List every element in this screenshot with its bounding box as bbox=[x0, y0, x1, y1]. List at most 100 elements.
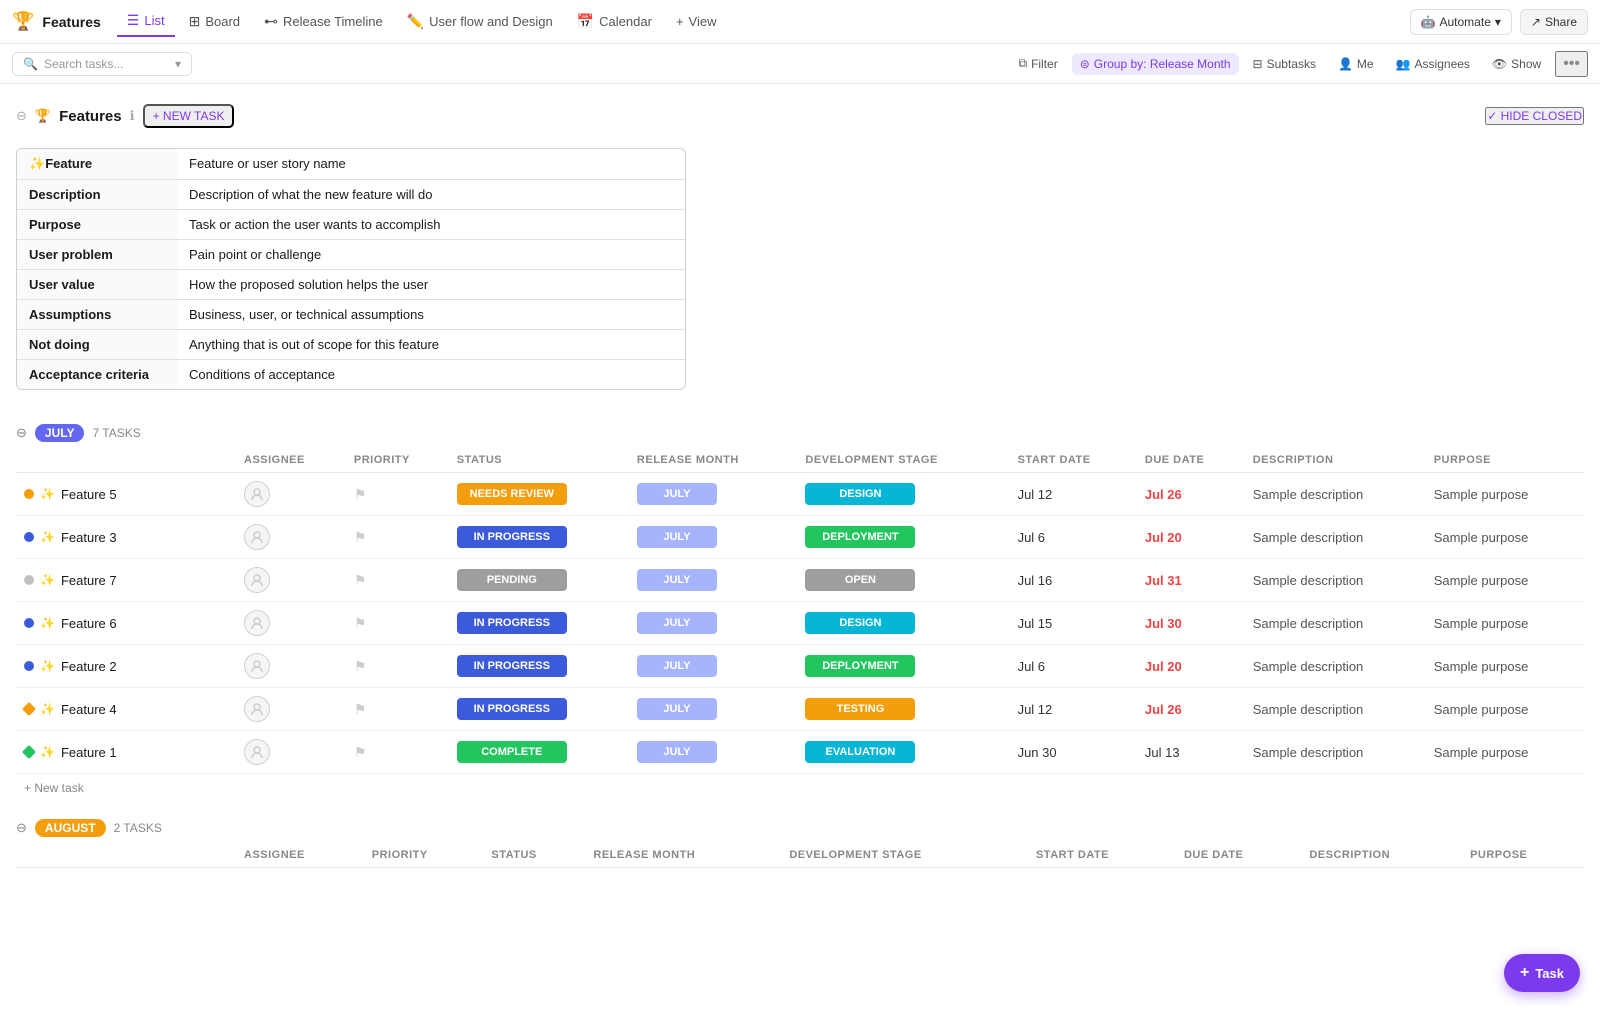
flag-icon[interactable]: ⚑ bbox=[354, 529, 367, 545]
task-release-cell[interactable]: JULY bbox=[629, 645, 798, 688]
task-dev-cell[interactable]: DESIGN bbox=[797, 602, 1009, 645]
me-button[interactable]: 👤 Me bbox=[1330, 53, 1382, 75]
assignee-avatar[interactable] bbox=[244, 739, 270, 765]
task-name[interactable]: Feature 1 bbox=[61, 745, 117, 760]
flag-icon[interactable]: ⚑ bbox=[354, 615, 367, 631]
task-release-cell[interactable]: JULY bbox=[629, 731, 798, 774]
show-button[interactable]: 👁 Show bbox=[1484, 53, 1549, 75]
dev-badge[interactable]: TESTING bbox=[805, 698, 915, 720]
release-badge[interactable]: JULY bbox=[637, 741, 717, 763]
release-badge[interactable]: JULY bbox=[637, 483, 717, 505]
tab-list[interactable]: ☰ List bbox=[117, 6, 175, 37]
release-badge[interactable]: JULY bbox=[637, 612, 717, 634]
july-badge[interactable]: JULY bbox=[35, 424, 85, 442]
assignee-avatar[interactable] bbox=[244, 524, 270, 550]
status-badge[interactable]: NEEDS REVIEW bbox=[457, 483, 567, 505]
tab-release-timeline[interactable]: ⊷ Release Timeline bbox=[254, 7, 393, 36]
task-name[interactable]: Feature 5 bbox=[61, 487, 117, 502]
flag-icon[interactable]: ⚑ bbox=[354, 486, 367, 502]
task-release-cell[interactable]: JULY bbox=[629, 602, 798, 645]
assignee-avatar[interactable] bbox=[244, 653, 270, 679]
task-dev-cell[interactable]: TESTING bbox=[797, 688, 1009, 731]
toolbar: 🔍 Search tasks... ▾ ⧉ Filter ⊜ Group by:… bbox=[0, 44, 1600, 84]
release-badge[interactable]: JULY bbox=[637, 569, 717, 591]
august-badge[interactable]: AUGUST bbox=[35, 819, 106, 837]
status-badge[interactable]: IN PROGRESS bbox=[457, 526, 567, 548]
status-badge[interactable]: PENDING bbox=[457, 569, 567, 591]
task-dev-cell[interactable]: OPEN bbox=[797, 559, 1009, 602]
task-status-cell[interactable]: IN PROGRESS bbox=[449, 645, 629, 688]
toolbar-right: ⧉ Filter ⊜ Group by: Release Month ⊟ Sub… bbox=[1010, 51, 1588, 77]
task-status-cell[interactable]: IN PROGRESS bbox=[449, 602, 629, 645]
task-dev-cell[interactable]: DEPLOYMENT bbox=[797, 516, 1009, 559]
task-status-cell[interactable]: IN PROGRESS bbox=[449, 688, 629, 731]
status-badge[interactable]: IN PROGRESS bbox=[457, 612, 567, 634]
fab-task-button[interactable]: + Task bbox=[1504, 954, 1580, 992]
assignees-button[interactable]: 👥 Assignees bbox=[1388, 53, 1478, 75]
dev-badge[interactable]: DEPLOYMENT bbox=[805, 526, 915, 548]
dev-badge[interactable]: DESIGN bbox=[805, 483, 915, 505]
task-status-cell[interactable]: NEEDS REVIEW bbox=[449, 473, 629, 516]
task-name[interactable]: Feature 4 bbox=[61, 702, 117, 717]
task-status-cell[interactable]: PENDING bbox=[449, 559, 629, 602]
july-new-task-link[interactable]: + New task bbox=[24, 781, 84, 795]
info-icon[interactable]: ℹ bbox=[130, 108, 135, 124]
release-badge[interactable]: JULY bbox=[637, 698, 717, 720]
assignee-avatar[interactable] bbox=[244, 481, 270, 507]
release-badge[interactable]: JULY bbox=[637, 526, 717, 548]
task-release-cell[interactable]: JULY bbox=[629, 559, 798, 602]
task-priority-cell[interactable]: ⚑ bbox=[346, 688, 449, 731]
filter-button[interactable]: ⧉ Filter bbox=[1010, 52, 1065, 75]
tab-calendar[interactable]: 📅 Calendar bbox=[567, 7, 662, 36]
assignee-avatar[interactable] bbox=[244, 567, 270, 593]
flag-icon[interactable]: ⚑ bbox=[354, 658, 367, 674]
tab-view[interactable]: + View bbox=[666, 8, 727, 35]
task-priority-cell[interactable]: ⚑ bbox=[346, 516, 449, 559]
release-badge[interactable]: JULY bbox=[637, 655, 717, 677]
task-priority-cell[interactable]: ⚑ bbox=[346, 645, 449, 688]
task-release-cell[interactable]: JULY bbox=[629, 473, 798, 516]
status-badge[interactable]: COMPLETE bbox=[457, 741, 567, 763]
tab-view-icon: + bbox=[676, 14, 684, 29]
new-task-button[interactable]: + NEW TASK bbox=[143, 104, 235, 128]
collapse-icon[interactable]: ⊖ bbox=[16, 108, 27, 124]
dev-badge[interactable]: EVALUATION bbox=[805, 741, 915, 763]
task-priority-cell[interactable]: ⚑ bbox=[346, 559, 449, 602]
august-collapse-icon[interactable]: ⊖ bbox=[16, 820, 27, 836]
task-name[interactable]: Feature 7 bbox=[61, 573, 117, 588]
status-badge[interactable]: IN PROGRESS bbox=[457, 655, 567, 677]
task-dev-cell[interactable]: DESIGN bbox=[797, 473, 1009, 516]
dev-badge[interactable]: DEPLOYMENT bbox=[805, 655, 915, 677]
hide-closed-button[interactable]: ✓ HIDE CLOSED bbox=[1485, 107, 1584, 125]
flag-icon[interactable]: ⚑ bbox=[354, 701, 367, 717]
task-dev-cell[interactable]: EVALUATION bbox=[797, 731, 1009, 774]
tab-user-flow[interactable]: ✏️ User flow and Design bbox=[397, 7, 563, 36]
task-name[interactable]: Feature 2 bbox=[61, 659, 117, 674]
task-status-cell[interactable]: IN PROGRESS bbox=[449, 516, 629, 559]
more-options-button[interactable]: ••• bbox=[1555, 51, 1588, 77]
status-badge[interactable]: IN PROGRESS bbox=[457, 698, 567, 720]
share-button[interactable]: ↗ Share bbox=[1520, 9, 1588, 35]
july-collapse-icon[interactable]: ⊖ bbox=[16, 425, 27, 441]
task-release-cell[interactable]: JULY bbox=[629, 688, 798, 731]
task-release-cell[interactable]: JULY bbox=[629, 516, 798, 559]
group-by-button[interactable]: ⊜ Group by: Release Month bbox=[1072, 53, 1239, 75]
tab-board[interactable]: ⊞ Board bbox=[179, 7, 250, 36]
task-priority-cell[interactable]: ⚑ bbox=[346, 602, 449, 645]
task-name[interactable]: Feature 6 bbox=[61, 616, 117, 631]
task-dev-cell[interactable]: DEPLOYMENT bbox=[797, 645, 1009, 688]
subtasks-button[interactable]: ⊟ Subtasks bbox=[1245, 53, 1324, 75]
automate-button[interactable]: 🤖 Automate ▾ bbox=[1410, 9, 1512, 35]
feature-table: ✨Feature Feature or user story name Desc… bbox=[16, 148, 686, 390]
assignee-avatar[interactable] bbox=[244, 610, 270, 636]
task-name[interactable]: Feature 3 bbox=[61, 530, 117, 545]
dev-badge[interactable]: OPEN bbox=[805, 569, 915, 591]
dev-badge[interactable]: DESIGN bbox=[805, 612, 915, 634]
flag-icon[interactable]: ⚑ bbox=[354, 572, 367, 588]
assignee-avatar[interactable] bbox=[244, 696, 270, 722]
task-priority-cell[interactable]: ⚑ bbox=[346, 473, 449, 516]
flag-icon[interactable]: ⚑ bbox=[354, 744, 367, 760]
search-box[interactable]: 🔍 Search tasks... ▾ bbox=[12, 52, 192, 76]
task-status-cell[interactable]: COMPLETE bbox=[449, 731, 629, 774]
task-priority-cell[interactable]: ⚑ bbox=[346, 731, 449, 774]
